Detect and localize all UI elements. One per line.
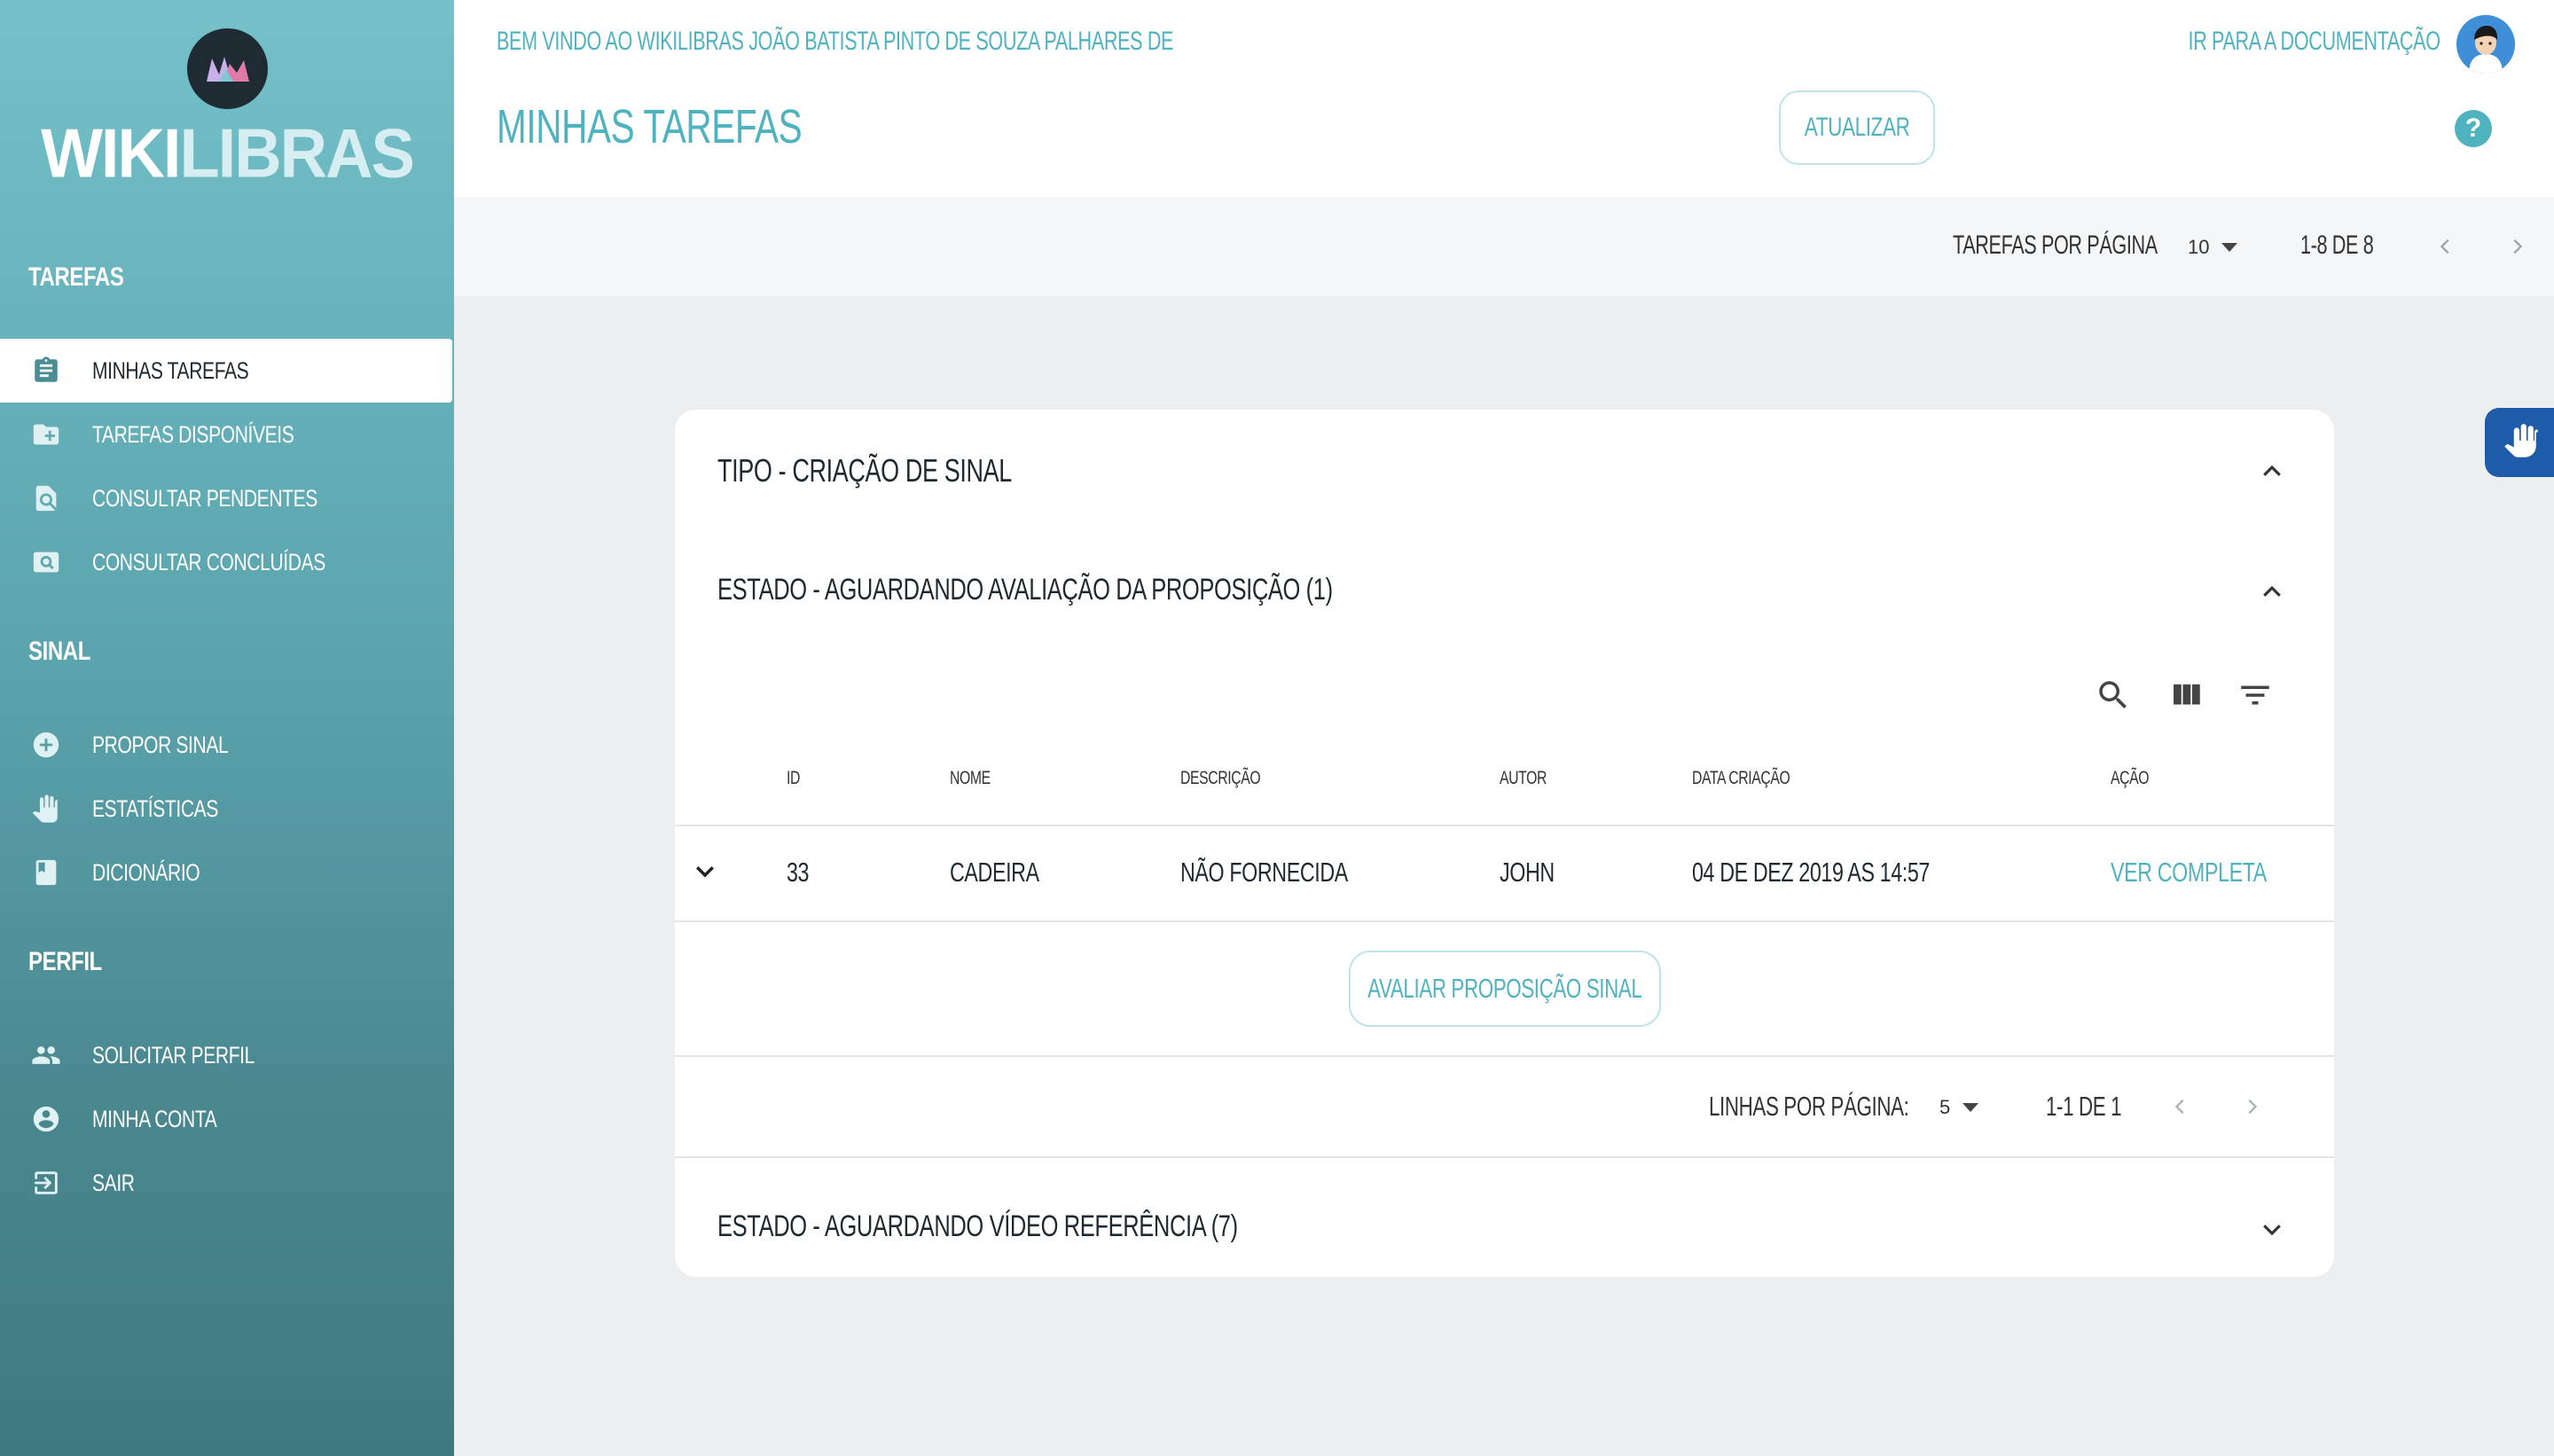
sidebar-item-label: MINHA CONTA [92, 1105, 217, 1132]
column-header-nome[interactable]: NOME [950, 768, 991, 789]
caret-down-icon [2221, 243, 2238, 252]
refresh-button-label: ATUALIZAR [1804, 113, 1910, 142]
column-header-descricao[interactable]: DESCRIÇÃO [1180, 768, 1261, 789]
rows-per-page-label: LINHAS POR PÁGINA: [1709, 1091, 1909, 1122]
table-divider [675, 1156, 2334, 1158]
page-title: MINHAS TAREFAS [497, 100, 803, 153]
sidebar-item-label: SAIR [92, 1169, 135, 1196]
state-heading-awaiting-evaluation[interactable]: ESTADO - AGUARDANDO AVALIAÇÃO DA PROPOSI… [717, 573, 1333, 607]
sidebar-item-dicionario[interactable]: DICIONÁRIO [0, 841, 454, 904]
rows-per-page-select[interactable]: 5 [1939, 1096, 1979, 1119]
tasks-per-page-select[interactable]: 10 [2188, 236, 2238, 259]
people-icon [28, 1037, 64, 1073]
tasks-range-text: 1-8 DE 8 [2300, 231, 2374, 260]
section-title-sinal: SINAL [28, 637, 90, 666]
exit-icon [28, 1165, 64, 1201]
view-complete-link[interactable]: VER COMPLETA [2111, 857, 2267, 888]
type-heading[interactable]: TIPO - CRIAÇÃO DE SINAL [717, 452, 1012, 489]
sidebar-item-label: CONSULTAR CONCLUÍDAS [92, 548, 325, 575]
user-avatar-icon [2456, 15, 2515, 74]
rows-per-page-value: 5 [1939, 1096, 1951, 1118]
sidebar-item-label: DICIONÁRIO [92, 858, 200, 886]
cell-id: 33 [787, 857, 810, 888]
sidebar-item-minhas-tarefas[interactable]: MINHAS TAREFAS [0, 339, 452, 403]
tasks-per-page-value: 10 [2188, 236, 2210, 258]
add-circle-icon [28, 727, 64, 763]
find-in-page-icon [28, 481, 64, 516]
evaluate-proposition-button[interactable]: AVALIAR PROPOSIÇÃO SINAL [1349, 951, 1661, 1027]
cell-autor: JOHN [1500, 857, 1555, 888]
column-header-id[interactable]: ID [787, 768, 800, 789]
chevron-up-icon[interactable] [2254, 575, 2290, 610]
sidebar-item-propor-sinal[interactable]: PROPOR SINAL [0, 713, 454, 777]
search-icon[interactable] [2092, 674, 2135, 716]
chevron-down-icon[interactable] [2254, 1211, 2290, 1247]
avatar[interactable] [2456, 15, 2515, 74]
account-circle-icon [28, 1101, 64, 1137]
sidebar-item-minha-conta[interactable]: MINHA CONTA [0, 1087, 454, 1151]
book-icon [28, 855, 64, 890]
filter-list-icon[interactable] [2234, 674, 2276, 716]
view-columns-icon[interactable] [2165, 674, 2207, 716]
evaluate-proposition-label: AVALIAR PROPOSIÇÃO SINAL [1367, 973, 1642, 1004]
sidebar-item-label: CONSULTAR PENDENTES [92, 484, 317, 512]
hands-logo-icon [206, 56, 249, 82]
help-icon[interactable]: ? [2455, 110, 2492, 147]
sidebar-item-estatisticas[interactable]: ESTATÍSTICAS [0, 777, 454, 841]
sidebar-item-solicitar-perfil[interactable]: SOLICITAR PERFIL [0, 1023, 454, 1087]
expand-row-chevron-icon[interactable] [687, 853, 723, 888]
sidebar-item-tarefas-disponiveis[interactable]: TAREFAS DISPONÍVEIS [0, 403, 454, 466]
rows-range-text: 1-1 DE 1 [2046, 1091, 2122, 1122]
clipboard-icon [28, 353, 64, 388]
column-header-data-criacao[interactable]: DATA CRIAÇÃO [1692, 768, 1790, 789]
sidebar-item-label: ESTATÍSTICAS [92, 795, 218, 822]
column-header-acao: AÇÃO [2111, 768, 2150, 788]
cell-descricao: NÃO FORNECIDA [1180, 857, 1348, 888]
cell-nome: CADEIRA [950, 857, 1039, 888]
welcome-text: BEM VINDO AO WIKILIBRAS JOÃO BATISTA PIN… [497, 27, 1174, 56]
section-title-perfil: PERFIL [28, 947, 102, 976]
sign-language-icon [2504, 424, 2538, 458]
sidebar-item-label: PROPOR SINAL [92, 731, 229, 758]
tasks-per-page-label: TAREFAS POR PÁGINA [1953, 231, 2158, 260]
vlibras-accessibility-button[interactable] [2485, 408, 2554, 477]
sidebar-item-label: TAREFAS DISPONÍVEIS [92, 420, 294, 448]
header: BEM VINDO AO WIKILIBRAS JOÃO BATISTA PIN… [454, 0, 2554, 197]
refresh-button[interactable]: ATUALIZAR [1779, 90, 1935, 165]
cell-data-criacao: 04 DE DEZ 2019 AS 14:57 [1692, 857, 1930, 888]
sidebar-item-sair[interactable]: SAIR [0, 1151, 454, 1215]
chevron-up-icon[interactable] [2254, 454, 2290, 489]
image-search-icon [28, 544, 64, 580]
state-heading-awaiting-reference-video[interactable]: ESTADO - AGUARDANDO VÍDEO REFERÊNCIA (7) [717, 1209, 1238, 1244]
logo-mark [187, 28, 268, 109]
sidebar-item-label: SOLICITAR PERFIL [92, 1041, 255, 1069]
caret-down-icon [1963, 1103, 1979, 1112]
chevron-right-icon[interactable] [2501, 231, 2533, 262]
documentation-link[interactable]: IR PARA A DOCUMENTAÇÃO [2189, 27, 2441, 57]
hand-icon [28, 791, 64, 826]
sidebar-item-consultar-pendentes[interactable]: CONSULTAR PENDENTES [0, 466, 454, 530]
sidebar: WIKILIBRAS TAREFAS MINHAS TAREFAS TAREFA… [0, 0, 454, 1456]
chevron-right-icon[interactable] [2236, 1091, 2268, 1123]
table-divider [675, 920, 2334, 922]
chevron-left-icon[interactable] [2165, 1091, 2197, 1123]
task-group-card: TIPO - CRIAÇÃO DE SINAL ESTADO - AGUARDA… [675, 410, 2334, 1277]
sidebar-item-consultar-concluidas[interactable]: CONSULTAR CONCLUÍDAS [0, 530, 454, 594]
sidebar-item-label: MINHAS TAREFAS [92, 356, 249, 384]
chevron-left-icon[interactable] [2430, 231, 2462, 262]
app-logo-text[interactable]: WIKILIBRAS [0, 114, 454, 192]
table-divider [675, 825, 2334, 826]
folder-add-icon [28, 417, 64, 452]
table-divider [675, 1055, 2334, 1057]
column-header-autor[interactable]: AUTOR [1500, 768, 1547, 789]
tasks-pagination-bar: TAREFAS POR PÁGINA 10 1-8 DE 8 [454, 197, 2554, 296]
section-title-tarefas: TAREFAS [28, 262, 124, 292]
